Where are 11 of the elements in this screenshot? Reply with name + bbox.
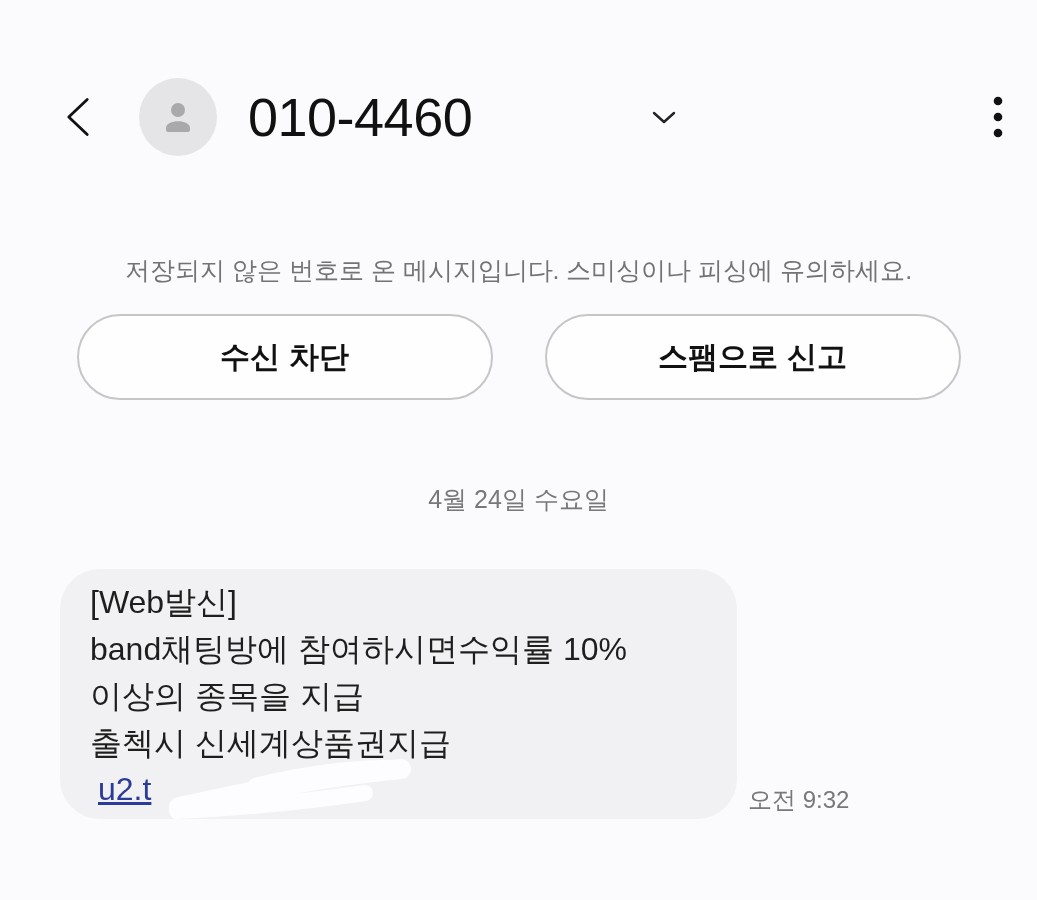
unknown-sender-notice: 저장되지 않은 번호로 온 메시지입니다. 스미싱이나 피싱에 유의하세요. [123, 255, 914, 286]
back-icon[interactable] [66, 96, 90, 138]
more-options-icon[interactable] [993, 96, 1003, 138]
message-time: 오전 9:32 [748, 785, 850, 815]
message-text: [Web발신] band채팅방에 참여하시면수익률 10% 이상의 종목을 지급 출첵시 신세계상품권지급 [90, 583, 628, 763]
contact-number: 010-4460 [248, 90, 473, 144]
chevron-down-icon[interactable] [652, 110, 677, 124]
message-link[interactable]: u2.t [98, 767, 152, 811]
report-spam-button[interactable]: 스팸으로 신고 [544, 314, 961, 400]
block-button[interactable]: 수신 차단 [76, 314, 493, 400]
date-divider: 4월 24일 수요일 [427, 484, 610, 515]
